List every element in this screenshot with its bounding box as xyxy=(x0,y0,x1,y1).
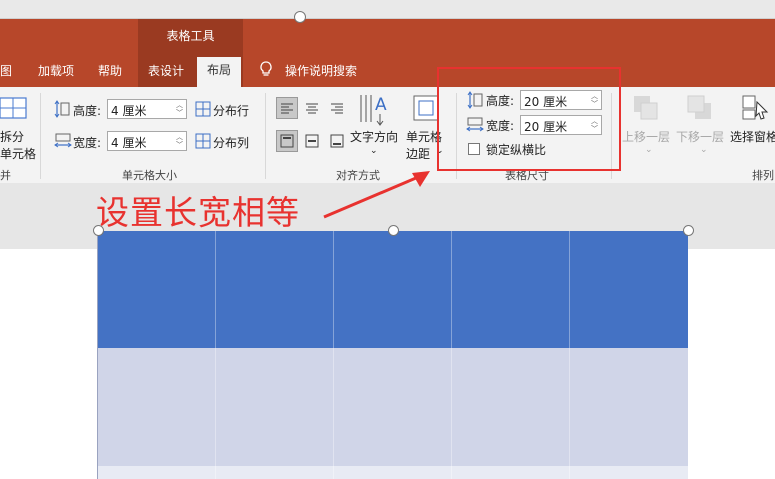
table-column-divider xyxy=(451,231,452,479)
spin-down-icon[interactable]: ﹀ xyxy=(175,141,184,149)
resize-handle[interactable] xyxy=(388,225,399,236)
align-bottom-icon[interactable] xyxy=(327,131,347,151)
tab-addins[interactable]: 加载项 xyxy=(38,62,74,79)
tab-layout[interactable]: 布局 xyxy=(197,57,241,87)
cell-width-label: 宽度: xyxy=(73,136,102,150)
bring-forward-icon xyxy=(634,96,658,120)
text-direction-icon: A xyxy=(360,95,387,126)
column-width-icon xyxy=(54,133,72,148)
annotation-text: 设置长宽相等 xyxy=(96,193,300,232)
cell-height-value: 4 厘米 xyxy=(111,104,147,118)
chevron-down-icon: ⌄ xyxy=(645,145,653,155)
align-top-left-button[interactable] xyxy=(276,97,298,119)
highlight-box xyxy=(437,67,621,171)
merge-group-label: 并 xyxy=(0,169,11,182)
context-tab-group-label: 表格工具 xyxy=(166,29,215,43)
align-top-button[interactable] xyxy=(276,130,298,152)
tell-me-search[interactable]: 操作说明搜索 xyxy=(285,62,357,79)
split-cells-button-line1[interactable]: 拆分 xyxy=(0,128,24,145)
distribute-rows-button[interactable]: 分布行 xyxy=(213,102,249,119)
distribute-columns-button[interactable]: 分布列 xyxy=(213,134,249,151)
arrange-group-label: 排列 xyxy=(752,169,774,182)
table-left-border xyxy=(97,231,98,479)
align-middle-icon[interactable] xyxy=(302,131,322,151)
bring-forward-button[interactable]: 上移一层 xyxy=(622,128,670,145)
tab-view[interactable]: 图 xyxy=(0,62,12,79)
selection-pane-icon xyxy=(742,95,769,120)
align-top-icon xyxy=(280,134,294,148)
tab-help[interactable]: 帮助 xyxy=(98,62,122,79)
cell-width-input[interactable]: 4 厘米 ︿ ﹀ xyxy=(107,131,187,151)
align-left-icon xyxy=(281,103,293,114)
selection-pane-button[interactable]: 选择窗格 xyxy=(730,128,775,145)
group-divider xyxy=(265,93,266,179)
table-column-divider xyxy=(569,231,570,479)
lightbulb-icon xyxy=(260,61,272,76)
cell-height-label: 高度: xyxy=(73,104,102,118)
distribute-rows-icon xyxy=(195,101,211,117)
table-row[interactable] xyxy=(98,348,688,466)
tab-table-design[interactable]: 表设计 xyxy=(148,62,184,79)
resize-handle[interactable] xyxy=(294,11,306,23)
table-column-divider xyxy=(333,231,334,479)
send-backward-icon xyxy=(687,95,711,119)
text-direction-button[interactable]: 文字方向 xyxy=(350,128,398,145)
spin-up-icon[interactable]: ︿ xyxy=(175,133,184,141)
cell-margins-button-line2[interactable]: 边距 xyxy=(406,145,430,162)
table-column-divider xyxy=(215,231,216,479)
split-cells-button-line2[interactable]: 单元格 xyxy=(0,145,36,162)
svg-text:A: A xyxy=(375,95,387,115)
split-cells-icon xyxy=(0,97,27,119)
cell-height-input[interactable]: 4 厘米 ︿ ﹀ xyxy=(107,99,187,119)
chevron-down-icon: ⌄ xyxy=(700,145,708,155)
cell-size-group-label: 单元格大小 xyxy=(122,169,177,182)
align-right-icon[interactable] xyxy=(327,98,347,118)
chevron-down-icon: ⌄ xyxy=(370,146,378,156)
table-header-row[interactable] xyxy=(98,231,688,348)
table-row[interactable] xyxy=(98,466,688,479)
title-bar xyxy=(0,0,775,19)
resize-handle[interactable] xyxy=(683,225,694,236)
group-divider xyxy=(40,93,41,179)
align-center-icon[interactable] xyxy=(302,98,322,118)
spin-down-icon[interactable]: ﹀ xyxy=(175,109,184,117)
annotation-arrow xyxy=(323,171,430,219)
cell-width-value: 4 厘米 xyxy=(111,136,147,150)
send-backward-button[interactable]: 下移一层 xyxy=(676,128,724,145)
spin-up-icon[interactable]: ︿ xyxy=(175,101,184,109)
tab-layout-label: 布局 xyxy=(206,63,231,77)
row-height-icon xyxy=(54,100,70,118)
distribute-columns-icon xyxy=(195,133,211,149)
